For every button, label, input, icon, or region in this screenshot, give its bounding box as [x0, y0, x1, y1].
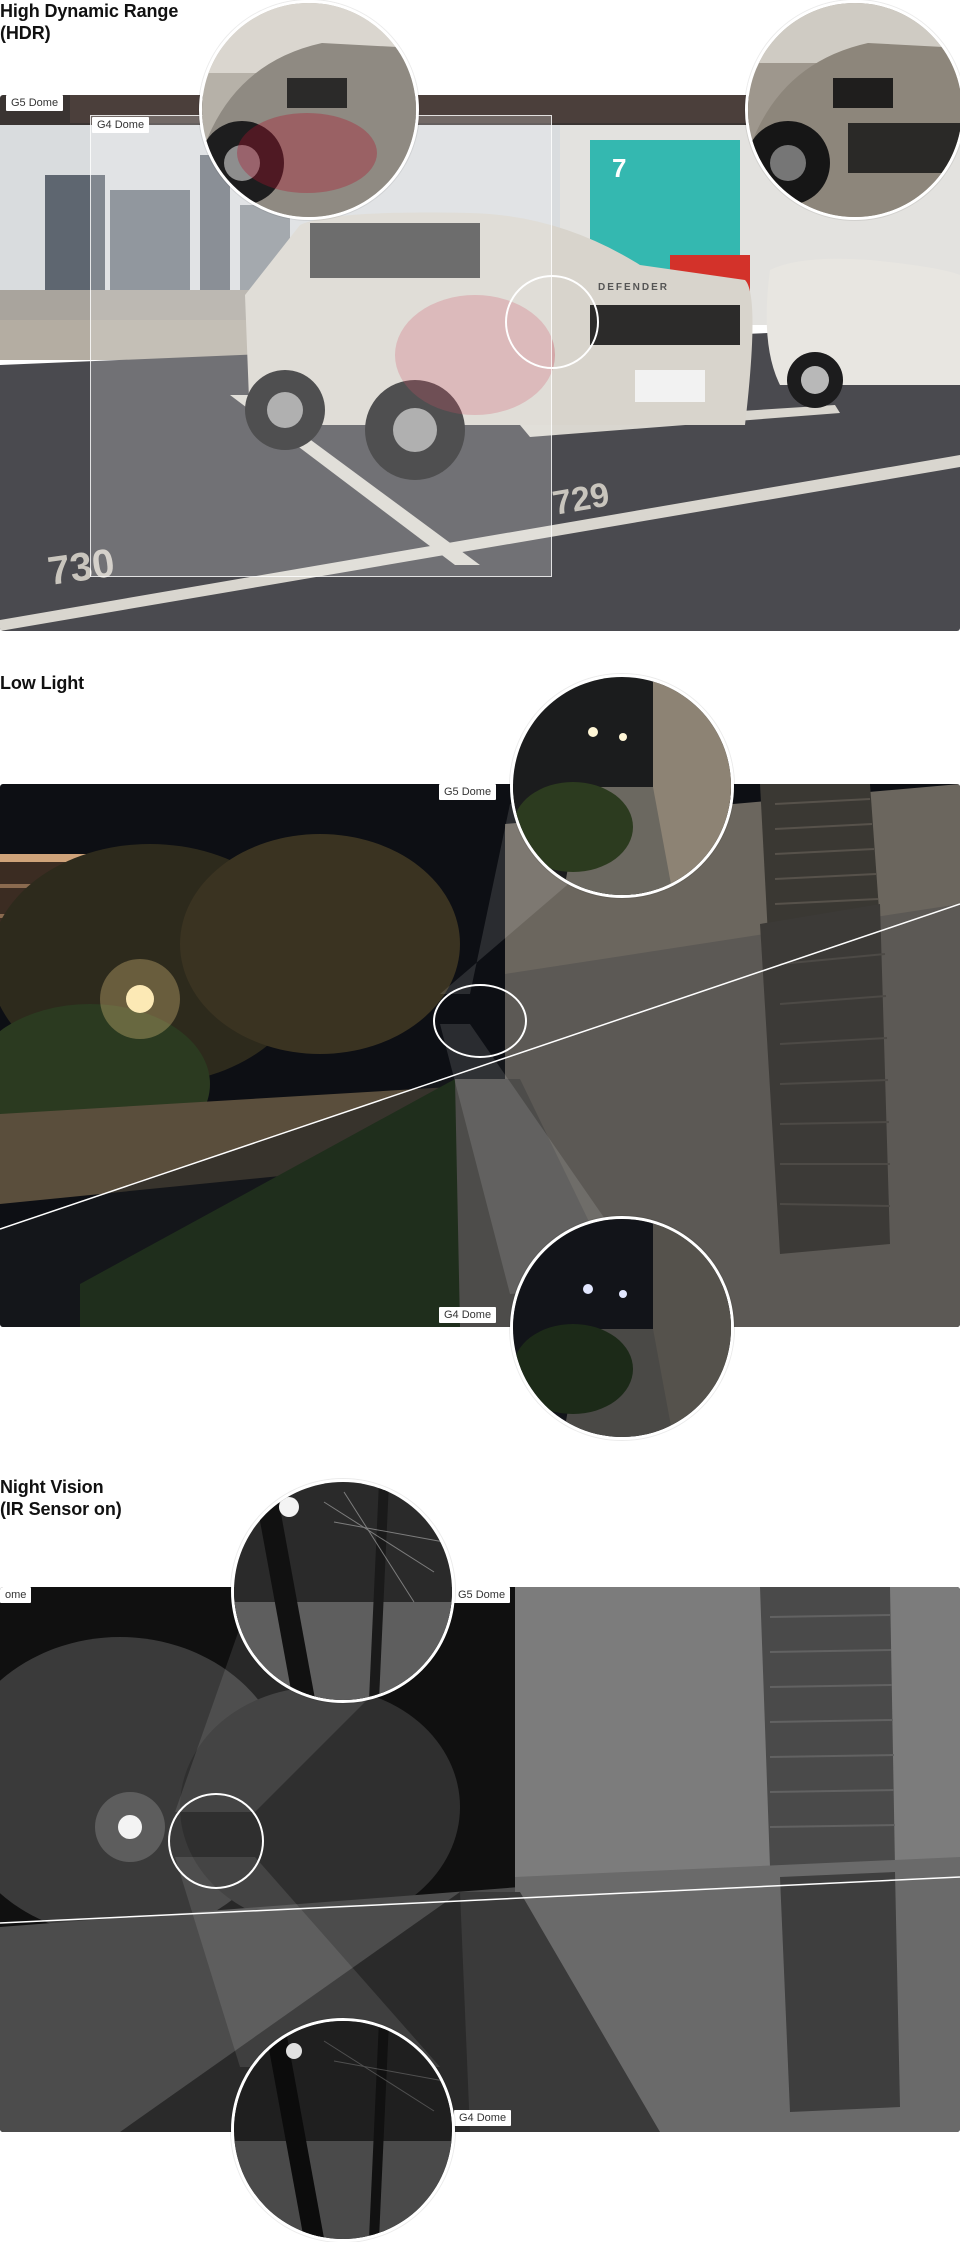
night-vision-g4-zoom-circle — [231, 2018, 455, 2242]
ir-night-scene — [0, 1587, 960, 2132]
g4-dome-label: G4 Dome — [439, 1307, 497, 1323]
low-light-comparison-image: G5 Dome G4 Dome — [0, 784, 960, 1327]
section-title-night-vision: Night Vision (IR Sensor on) — [0, 1477, 122, 1519]
pillar-number: 7 — [612, 153, 626, 183]
zoom-target-ring — [168, 1793, 264, 1889]
low-light-g5-zoom-circle — [510, 674, 734, 898]
zoom-target-ring — [433, 984, 527, 1058]
hdr-g4-zoom-circle — [199, 0, 419, 220]
g5-dome-label: G5 Dome — [6, 95, 64, 111]
g4-dome-label: G4 Dome — [92, 117, 150, 133]
g4-dome-label: G4 Dome — [454, 2110, 512, 2126]
section-title-low-light: Low Light — [0, 673, 85, 693]
g5-dome-label: G5 Dome — [453, 1587, 511, 1603]
partial-dome-label: ome — [0, 1587, 32, 1603]
zoom-target-ring — [505, 275, 599, 369]
g5-dome-label: G5 Dome — [439, 784, 497, 800]
car-brand-lettering: DEFENDER — [598, 282, 669, 293]
low-light-g4-zoom-circle — [510, 1216, 734, 1440]
night-vision-comparison-image: ome G5 Dome G4 Dome — [0, 1587, 960, 2132]
night-vision-g5-zoom-circle — [231, 1479, 455, 1703]
section-title-hdr: High Dynamic Range (HDR) — [0, 1, 179, 43]
hdr-g5-zoom-circle — [745, 0, 960, 220]
